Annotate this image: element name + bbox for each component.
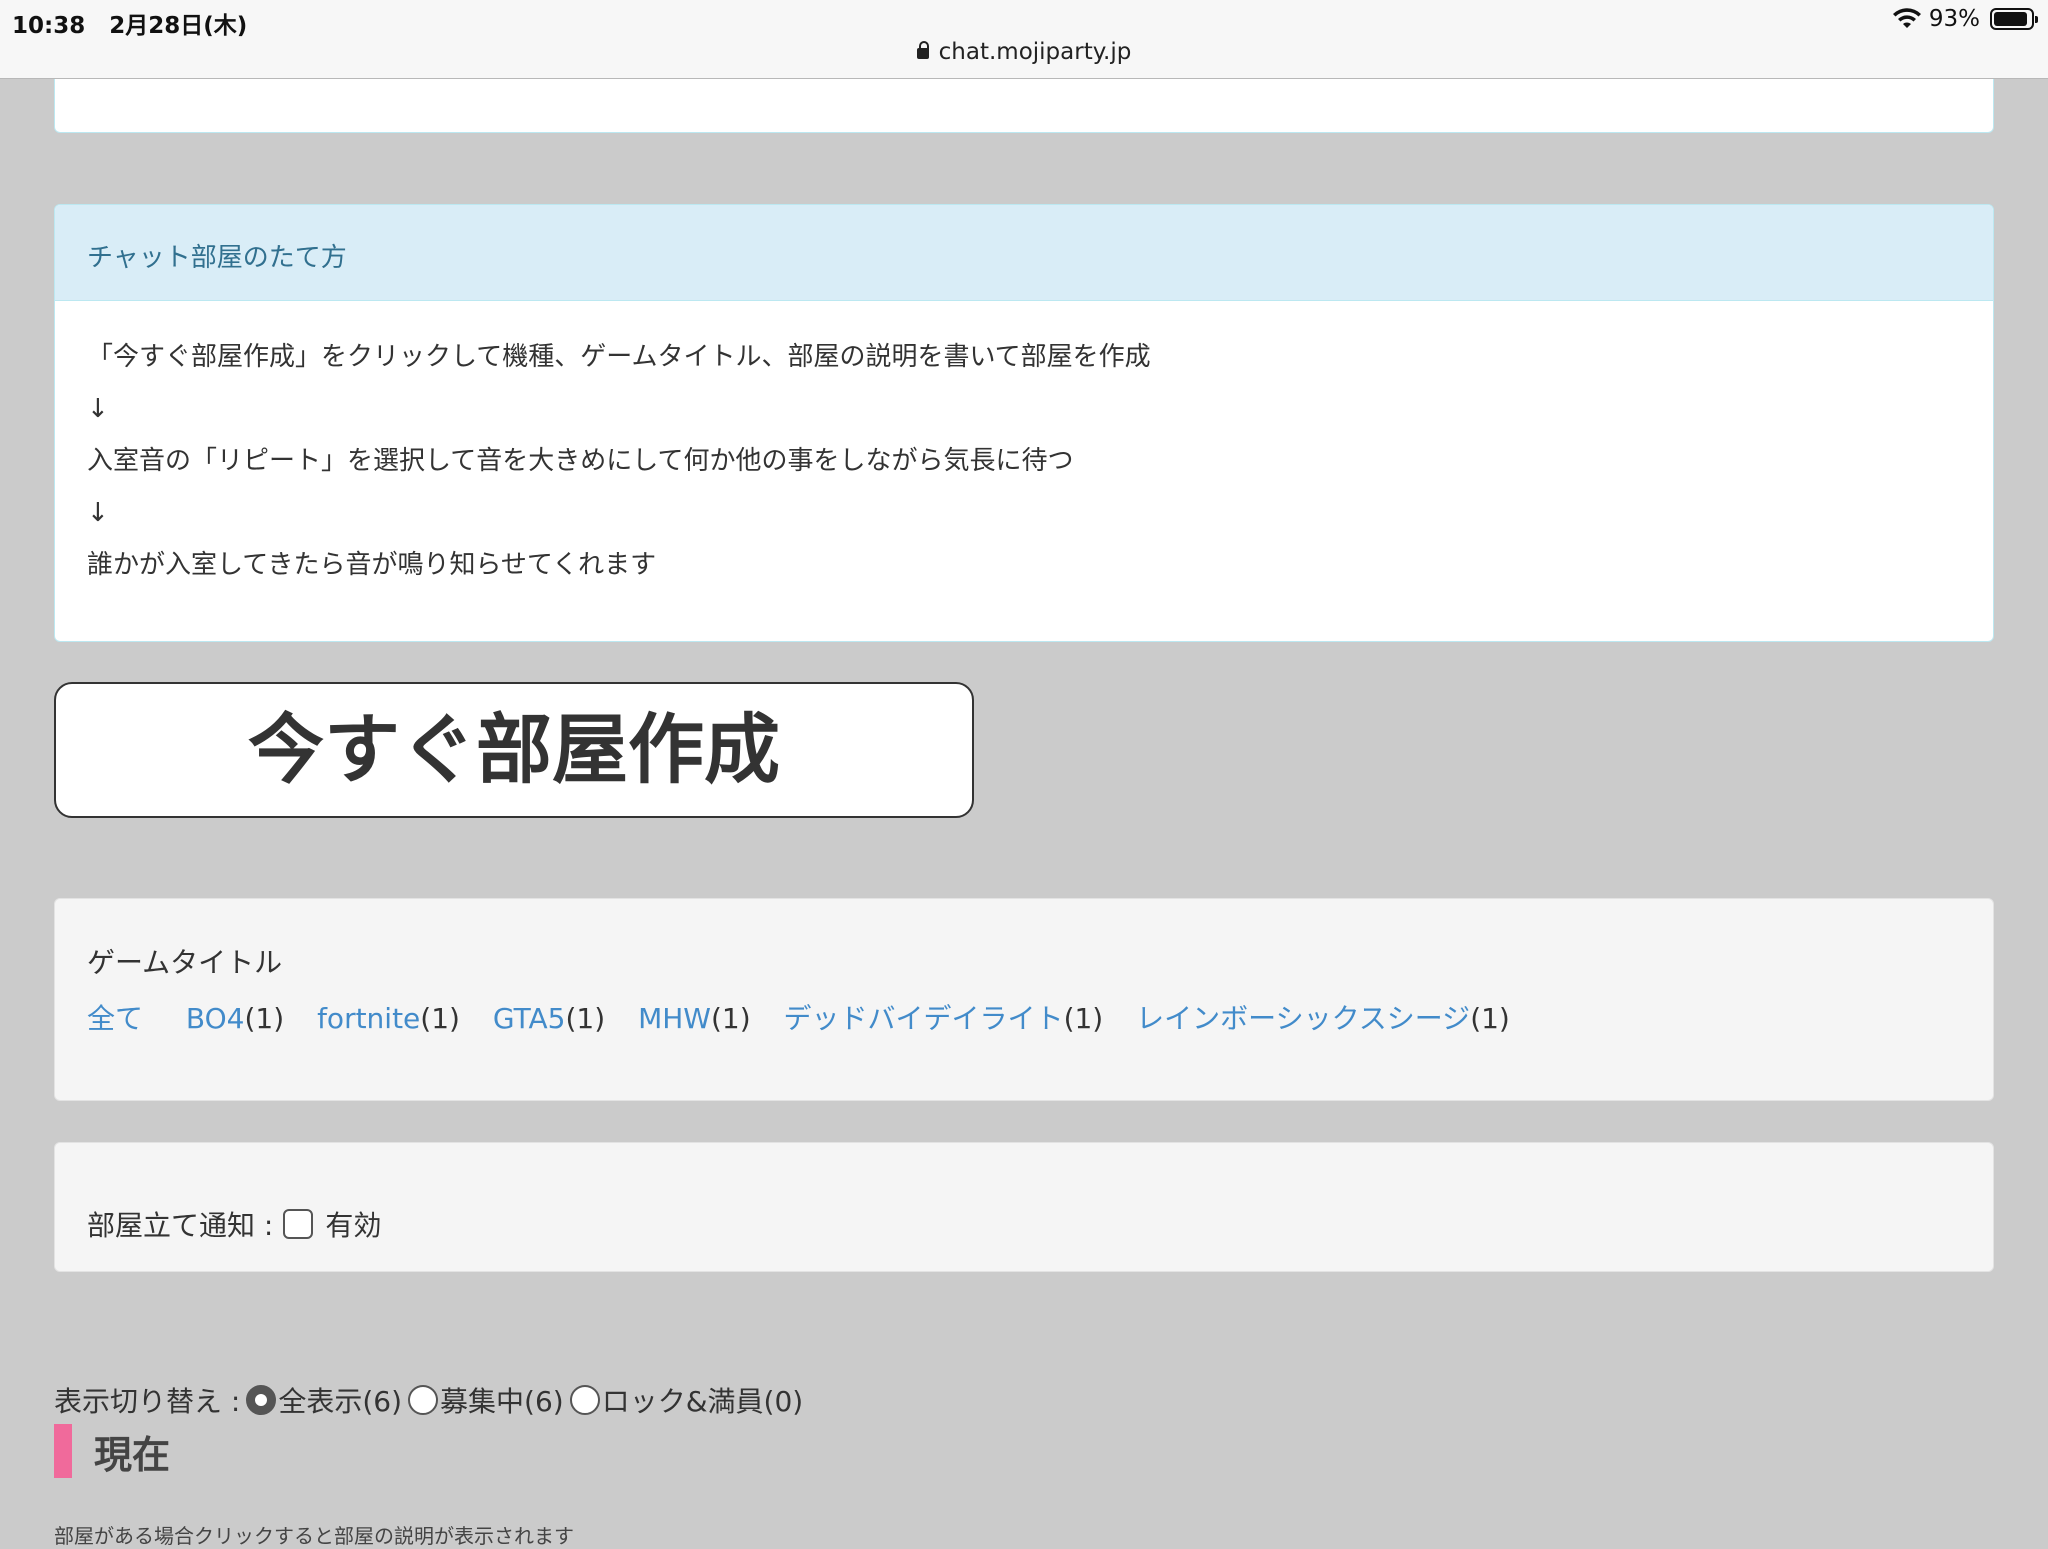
battery-fill xyxy=(1994,12,2028,26)
panel-heading: チャット部屋のたて方 xyxy=(55,205,1993,301)
section-accent-bar xyxy=(54,1424,72,1478)
game-link[interactable]: レインボーシックスシージ xyxy=(1136,1002,1470,1035)
game-link[interactable]: デッドバイデイライト xyxy=(784,1002,1064,1035)
game-title-list: 全て BO4(1) fortnite(1) GTA5(1) MHW(1) デッド… xyxy=(87,997,1961,1037)
status-indicators: 93% xyxy=(1892,6,2038,32)
previous-panel xyxy=(54,79,1994,133)
lock-icon xyxy=(916,41,929,59)
arrow-down-icon: ↓ xyxy=(87,498,109,528)
game-count: (1) xyxy=(1063,1002,1104,1035)
arrow-down-icon: ↓ xyxy=(87,394,109,424)
instruction-line: 誰かが入室してきたら音が鳴り知らせてくれます xyxy=(87,550,657,580)
how-to-create-room-panel: チャット部屋のたて方 「今すぐ部屋作成」をクリックして機種、ゲームタイトル、部屋… xyxy=(54,204,1994,642)
status-time: 10:38 2月28日(木) xyxy=(12,6,247,40)
room-notification-panel: 部屋立て通知 : 有効 xyxy=(54,1142,1994,1272)
radio-show-all[interactable] xyxy=(246,1385,277,1415)
section-hint: 部屋がある場合クリックすると部屋の説明が表示されます xyxy=(54,1524,574,1548)
radio-locked-full[interactable] xyxy=(569,1385,600,1415)
notification-checkbox[interactable] xyxy=(283,1209,314,1239)
notification-label: 部屋立て通知 : xyxy=(87,1209,274,1242)
game-link[interactable]: MHW xyxy=(638,1002,711,1035)
game-link[interactable]: fortnite xyxy=(317,1002,420,1035)
radio-label: ロック&満員(0) xyxy=(601,1385,804,1418)
radio-label: 募集中(6) xyxy=(440,1385,564,1418)
game-count: (1) xyxy=(1470,1002,1510,1035)
section-title: 現在 xyxy=(94,1432,171,1477)
game-count: (1) xyxy=(244,1002,285,1035)
game-link[interactable]: GTA5 xyxy=(493,1002,566,1035)
panel-body: 「今すぐ部屋作成」をクリックして機種、ゲームタイトル、部屋の説明を書いて部屋を作… xyxy=(55,301,1993,621)
game-link-all[interactable]: 全て xyxy=(87,1002,143,1035)
game-title-heading: ゲームタイトル xyxy=(87,946,283,979)
wifi-icon xyxy=(1892,8,1921,28)
notification-option-label: 有効 xyxy=(325,1209,382,1242)
date: 2月28日(木) xyxy=(109,13,248,39)
game-count: (1) xyxy=(710,1002,751,1035)
game-link[interactable]: BO4 xyxy=(186,1002,245,1035)
url-text: chat.mojiparty.jp xyxy=(938,39,1132,65)
game-count: (1) xyxy=(565,1002,606,1035)
view-switch: 表示切り替え : 全表示(6) 募集中(6) ロック&満員(0) xyxy=(54,1380,803,1420)
create-room-button[interactable]: 今すぐ部屋作成 xyxy=(54,682,974,818)
battery-icon xyxy=(1990,8,2038,30)
game-count: (1) xyxy=(420,1002,460,1035)
section-heading: 現在 xyxy=(54,1424,170,1478)
view-switch-label: 表示切り替え : xyxy=(54,1385,241,1418)
clock: 10:38 xyxy=(12,13,86,39)
radio-recruiting[interactable] xyxy=(408,1385,439,1415)
instruction-line: 入室音の「リピート」を選択して音を大きめにして何か他の事をしながら気長に待つ xyxy=(87,446,1074,476)
browser-status-bar: 10:38 2月28日(木) chat.mojiparty.jp 93% xyxy=(0,0,2048,79)
battery-percent: 93% xyxy=(1928,6,1980,32)
radio-label: 全表示(6) xyxy=(278,1385,403,1418)
address-bar[interactable]: chat.mojiparty.jp xyxy=(0,39,2048,65)
notification-row: 部屋立て通知 : 有効 xyxy=(87,1204,381,1244)
game-title-filter: ゲームタイトル 全て BO4(1) fortnite(1) GTA5(1) MH… xyxy=(54,898,1994,1101)
instruction-line: 「今すぐ部屋作成」をクリックして機種、ゲームタイトル、部屋の説明を書いて部屋を作… xyxy=(87,342,1151,372)
